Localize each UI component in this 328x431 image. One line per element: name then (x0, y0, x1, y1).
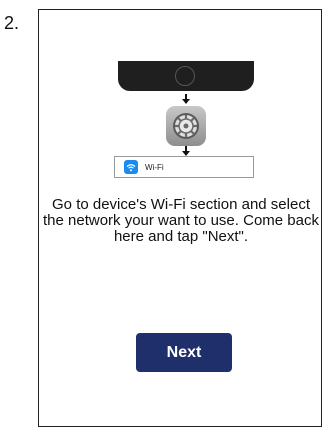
wifi-label: Wi-Fi (145, 162, 164, 172)
settings-gear-icon (166, 106, 206, 146)
step-number: 2. (4, 13, 20, 33)
arrow-down-icon (182, 146, 190, 156)
next-button[interactable]: Next (136, 333, 232, 372)
phone-illustration (118, 61, 254, 91)
home-button-icon (175, 66, 195, 86)
instructions-text: Go to device's Wi-Fi section and select … (43, 196, 319, 245)
phone-screen-frame: Wi-Fi Go to device's Wi-Fi section and s… (38, 9, 322, 427)
arrow-down-icon (182, 94, 190, 104)
wifi-icon (124, 160, 138, 174)
wifi-settings-row: Wi-Fi (114, 156, 254, 178)
